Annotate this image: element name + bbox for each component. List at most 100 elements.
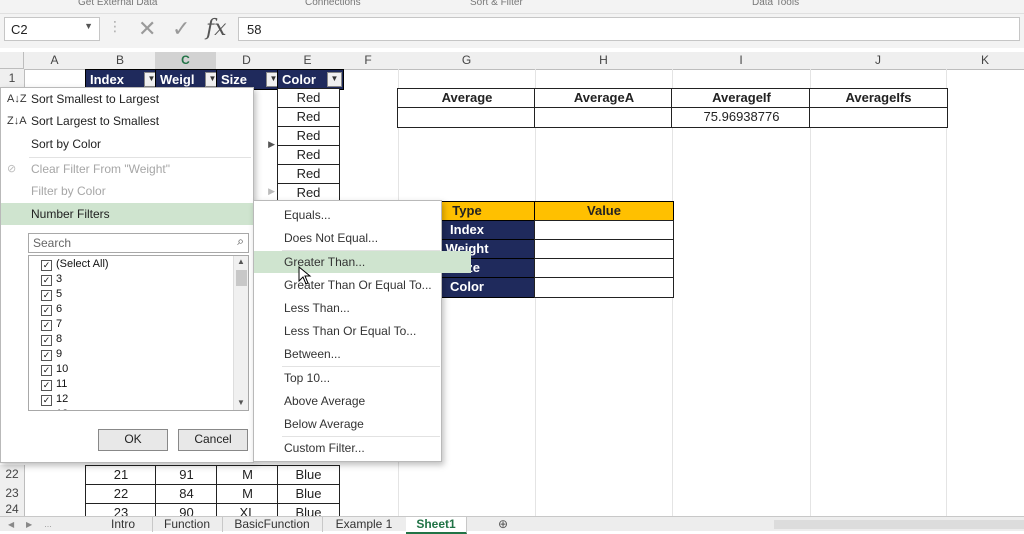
tab-intro[interactable]: Intro	[94, 517, 153, 532]
list-item[interactable]: ✓ 10	[41, 362, 68, 377]
ribbon-group-sort-filter[interactable]: Sort & Filter	[470, 0, 523, 8]
row-header-1[interactable]: 1	[0, 69, 25, 89]
list-item[interactable]: ✓ 5	[41, 287, 62, 302]
value-cell-index[interactable]	[534, 220, 674, 241]
checkbox-icon[interactable]: ✓	[41, 380, 52, 391]
list-item[interactable]: ✓ 12	[41, 392, 68, 407]
cell-color[interactable]: Red	[277, 126, 340, 147]
submenu-above-average[interactable]: Above Average	[254, 390, 471, 412]
checkbox-icon[interactable]: ✓	[41, 395, 52, 406]
formula-input[interactable]: 58	[238, 17, 1020, 41]
submenu-less-or-equal[interactable]: Less Than Or Equal To...	[254, 320, 471, 342]
column-header-f[interactable]: F	[338, 52, 399, 70]
checkbox-icon[interactable]: ✓	[41, 365, 52, 376]
tab-function[interactable]: Function	[152, 517, 223, 532]
avg-value-averageifs[interactable]	[809, 107, 948, 128]
list-item-select-all[interactable]: ✓ (Select All)	[41, 257, 109, 272]
checkbox-icon[interactable]: ✓	[41, 275, 52, 286]
cancel-icon[interactable]: ✕	[138, 16, 156, 42]
ribbon-group-data-tools[interactable]: Data Tools	[752, 0, 799, 8]
list-item[interactable]: ✓ 8	[41, 332, 62, 347]
menu-number-filters[interactable]: Number Filters ▶	[1, 203, 283, 225]
column-header-a[interactable]: A	[24, 52, 86, 70]
cell-size[interactable]: M	[216, 484, 279, 505]
more-tabs-icon[interactable]: …	[44, 517, 52, 532]
list-item[interactable]: ✓ 6	[41, 302, 62, 317]
ribbon-group-external[interactable]: Get External Data	[78, 0, 157, 8]
row-header-24[interactable]: 24	[0, 503, 25, 517]
avg-value-average[interactable]	[397, 107, 537, 128]
column-header-b[interactable]: B	[85, 52, 156, 70]
list-item[interactable]: ✓ 9	[41, 347, 62, 362]
column-header-e[interactable]: E	[277, 52, 339, 70]
submenu-top-10[interactable]: Top 10...	[254, 367, 471, 389]
scroll-down-icon[interactable]: ▼	[237, 398, 245, 407]
submenu-greater-than[interactable]: Greater Than...	[254, 251, 471, 273]
row-header-23[interactable]: 23	[0, 484, 25, 504]
list-scrollbar[interactable]: ▲ ▼	[233, 256, 248, 410]
list-item[interactable]: ✓13	[41, 407, 68, 410]
search-input[interactable]: Search ⌕	[28, 233, 249, 253]
horizontal-scrollbar[interactable]	[774, 520, 1024, 529]
tab-basicfunction[interactable]: BasicFunction	[222, 517, 323, 532]
submenu-does-not-equal[interactable]: Does Not Equal...	[254, 227, 471, 249]
cell-weight[interactable]: 91	[155, 465, 218, 486]
list-item[interactable]: ✓ 11	[41, 377, 67, 392]
value-cell-weight[interactable]	[534, 239, 674, 260]
avg-value-averageif[interactable]: 75.96938776	[671, 107, 812, 128]
cancel-button[interactable]: Cancel	[178, 429, 248, 451]
cell-index[interactable]: 22	[85, 484, 157, 505]
column-header-h[interactable]: H	[535, 52, 673, 70]
list-item[interactable]: ✓ 3	[41, 272, 62, 287]
submenu-greater-or-equal[interactable]: Greater Than Or Equal To...	[254, 274, 471, 296]
avg-value-averagea[interactable]	[534, 107, 674, 128]
column-header-k[interactable]: K	[946, 52, 1024, 70]
ok-button[interactable]: OK	[98, 429, 168, 451]
checkbox-icon[interactable]: ✓	[41, 305, 52, 316]
chevron-down-icon[interactable]: ▼	[84, 21, 93, 31]
list-item[interactable]: ✓ 7	[41, 317, 62, 332]
checkbox-icon[interactable]: ✓	[41, 290, 52, 301]
column-header-i[interactable]: I	[672, 52, 811, 70]
submenu-custom-filter[interactable]: Custom Filter...	[254, 437, 471, 459]
name-box[interactable]: C2 ▼	[4, 17, 100, 41]
cell-color[interactable]: Red	[277, 145, 340, 166]
checkbox-icon[interactable]: ✓	[41, 260, 52, 271]
submenu-below-average[interactable]: Below Average	[254, 413, 471, 435]
value-cell-color[interactable]	[534, 277, 674, 298]
column-header-j[interactable]: J	[810, 52, 947, 70]
tab-scroll-right-icon[interactable]: ▶	[26, 517, 32, 532]
menu-filter-by-color[interactable]: Filter by Color ▶	[1, 180, 283, 202]
checkbox-icon[interactable]: ✓	[41, 350, 52, 361]
submenu-less-than[interactable]: Less Than...	[254, 297, 471, 319]
submenu-between[interactable]: Between...	[254, 343, 471, 365]
cell-color[interactable]: Red	[277, 164, 340, 185]
column-header-g[interactable]: G	[398, 52, 536, 70]
insert-function-icon[interactable]: fx	[206, 16, 227, 41]
row-header-22[interactable]: 22	[0, 465, 25, 485]
checkbox-icon[interactable]: ✓	[41, 320, 52, 331]
filter-button-color[interactable]: ▼	[327, 72, 342, 87]
tab-scroll-left-icon[interactable]: ◀	[8, 517, 14, 532]
checkbox-icon[interactable]: ✓	[41, 335, 52, 346]
cell-color[interactable]: Red	[277, 107, 340, 128]
enter-icon[interactable]: ✓	[172, 16, 190, 42]
menu-sort-ascending[interactable]: A↓Z Sort Smallest to Largest	[1, 88, 283, 110]
column-header-d[interactable]: D	[216, 52, 278, 70]
header-cell-color[interactable]: Color ▼	[277, 69, 344, 90]
scroll-up-icon[interactable]: ▲	[237, 257, 245, 266]
add-sheet-icon[interactable]: ⊕	[498, 517, 508, 531]
cell-color[interactable]: Red	[277, 88, 340, 109]
cell-index[interactable]: 21	[85, 465, 157, 486]
cell-weight[interactable]: 84	[155, 484, 218, 505]
value-header[interactable]: Value	[534, 201, 674, 222]
cell-color[interactable]: Blue	[277, 465, 340, 486]
cell-size[interactable]: M	[216, 465, 279, 486]
menu-clear-filter[interactable]: ⊘ Clear Filter From "Weight"	[1, 158, 283, 180]
scroll-thumb[interactable]	[236, 270, 247, 286]
select-all-corner[interactable]	[0, 52, 24, 69]
cell-color[interactable]: Blue	[277, 484, 340, 505]
menu-sort-descending[interactable]: Z↓A Sort Largest to Smallest	[1, 110, 283, 132]
tab-sheet1[interactable]: Sheet1	[406, 517, 467, 534]
submenu-equals[interactable]: Equals...	[254, 204, 471, 226]
